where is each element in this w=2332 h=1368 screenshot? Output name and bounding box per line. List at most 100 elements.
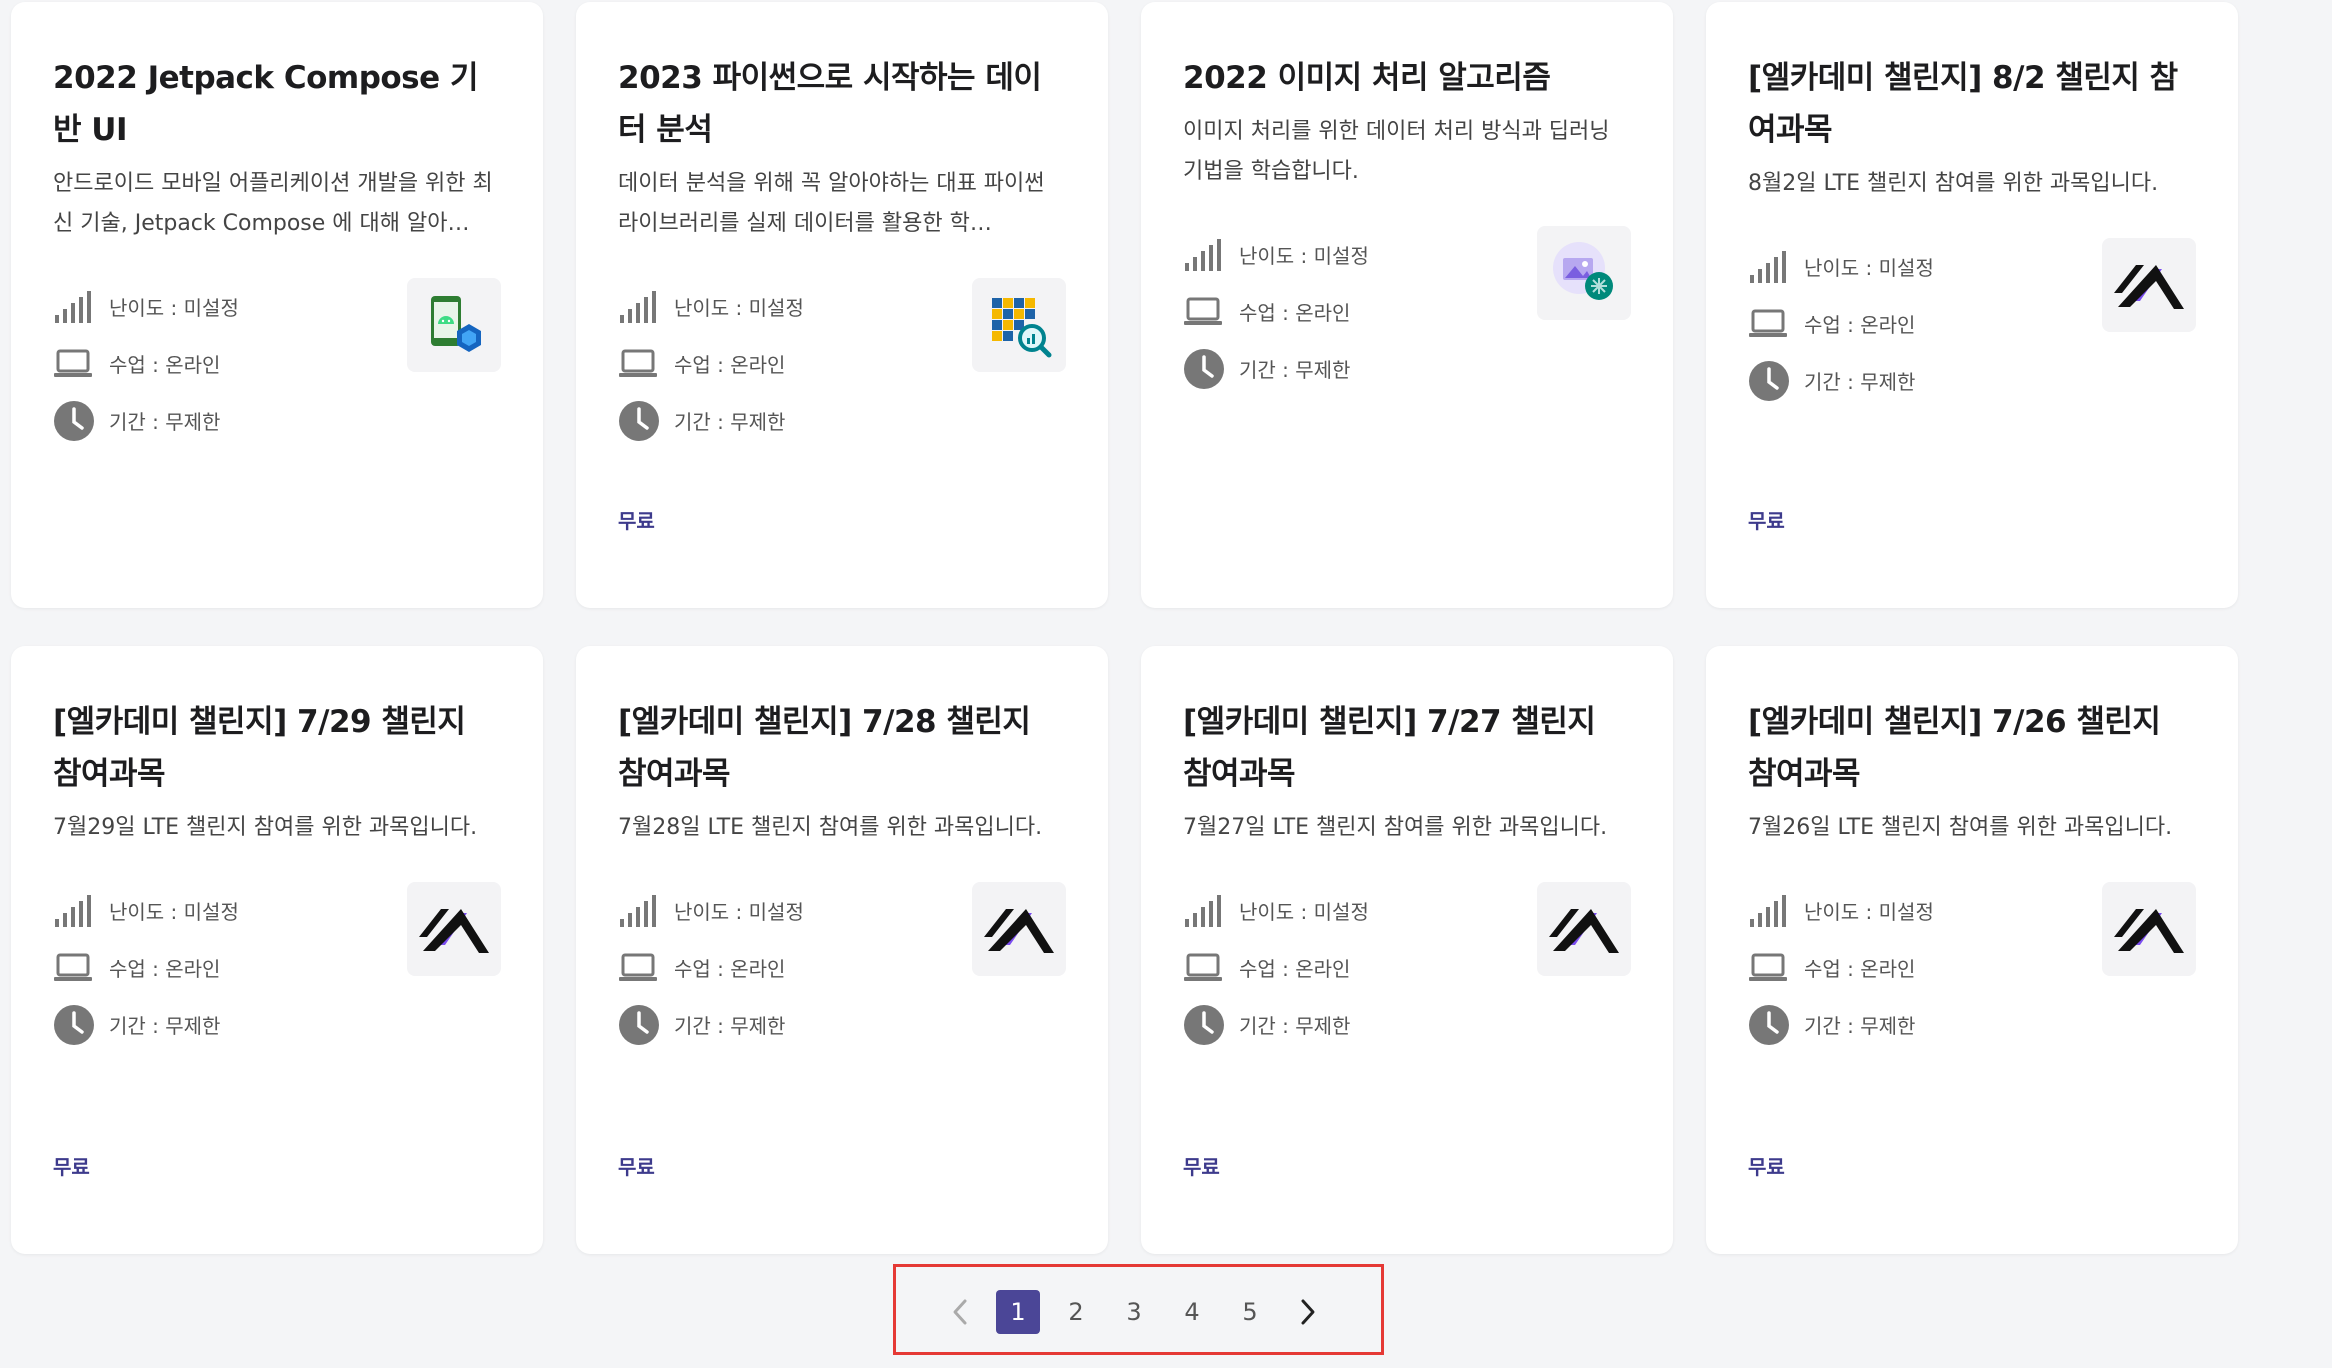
signal-bars-icon: [1183, 890, 1225, 932]
clock-icon: [1748, 1004, 1790, 1046]
price-label: 무료: [618, 509, 655, 533]
period-label: 기간 : 무제한: [1239, 358, 1351, 382]
class-type-label: 수업 : 온라인: [109, 353, 221, 377]
price-label: 무료: [1748, 1155, 1785, 1179]
difficulty-label: 난이도 : 미설정: [109, 900, 239, 924]
course-thumbnail: [2102, 882, 2196, 976]
page-4-button[interactable]: 4: [1170, 1290, 1214, 1334]
course-title[interactable]: [엘카데미 챌린지] 7/28 챌린지 참여과목: [618, 696, 1066, 800]
laptop-icon: [1183, 947, 1225, 989]
clock-icon: [1183, 348, 1225, 390]
class-type-label: 수업 : 온라인: [1239, 957, 1351, 981]
laptop-icon: [53, 947, 95, 989]
class-type-label: 수업 : 온라인: [674, 957, 786, 981]
image-brain-icon: [1553, 242, 1613, 300]
period-label: 기간 : 무제한: [674, 1014, 786, 1038]
course-card[interactable]: [엘카데미 챌린지] 7/28 챌린지 참여과목 7월28일 LTE 챌린지 참…: [576, 646, 1108, 1254]
period-label: 기간 : 무제한: [1804, 1014, 1916, 1038]
signal-bars-icon: [618, 890, 660, 932]
elice-logo: [1549, 909, 1619, 953]
laptop-icon: [1183, 291, 1225, 333]
pagination: 1 2 3 4 5: [938, 1290, 1344, 1334]
clock-icon: [618, 400, 660, 442]
course-thumbnail: [407, 882, 501, 976]
course-thumbnail: [407, 278, 501, 372]
difficulty-label: 난이도 : 미설정: [674, 296, 804, 320]
clock-icon: [618, 1004, 660, 1046]
page-1-button[interactable]: 1: [996, 1290, 1040, 1334]
difficulty-label: 난이도 : 미설정: [1804, 256, 1934, 280]
course-thumbnail: [2102, 238, 2196, 332]
class-type-label: 수업 : 온라인: [1239, 301, 1351, 325]
page-2-button[interactable]: 2: [1054, 1290, 1098, 1334]
elice-logo: [984, 909, 1054, 953]
course-title[interactable]: 2023 파이썬으로 시작하는 데이터 분석: [618, 52, 1066, 156]
course-title[interactable]: 2022 이미지 처리 알고리즘: [1183, 52, 1631, 104]
period-row: 기간 : 무제한: [1183, 340, 1631, 397]
course-card[interactable]: 2022 Jetpack Compose 기반 UI 안드로이드 모바일 어플리…: [11, 2, 543, 608]
laptop-icon: [53, 343, 95, 385]
class-type-label: 수업 : 온라인: [109, 957, 221, 981]
signal-bars-icon: [53, 286, 95, 328]
class-type-label: 수업 : 온라인: [1804, 313, 1916, 337]
page-5-button[interactable]: 5: [1228, 1290, 1272, 1334]
period-row: 기간 : 무제한: [1748, 996, 2196, 1053]
course-description: 이미지 처리를 위한 데이터 처리 방식과 딥러닝 기법을 학습합니다.: [1183, 119, 1610, 184]
chevron-right-icon[interactable]: [1286, 1290, 1330, 1334]
course-thumbnail: [1537, 882, 1631, 976]
price-label: 무료: [53, 1155, 90, 1179]
course-thumbnail: [972, 882, 1066, 976]
period-label: 기간 : 무제한: [674, 410, 786, 434]
period-row: 기간 : 무제한: [1183, 996, 1631, 1053]
signal-bars-icon: [1183, 234, 1225, 276]
difficulty-label: 난이도 : 미설정: [1239, 244, 1369, 268]
period-row: 기간 : 무제한: [618, 996, 1066, 1053]
difficulty-label: 난이도 : 미설정: [109, 296, 239, 320]
course-title[interactable]: [엘카데미 챌린지] 7/26 챌린지 참여과목: [1748, 696, 2196, 800]
course-card[interactable]: [엘카데미 챌린지] 7/26 챌린지 참여과목 7월26일 LTE 챌린지 참…: [1706, 646, 2238, 1254]
signal-bars-icon: [53, 890, 95, 932]
elice-logo: [419, 909, 489, 953]
course-title[interactable]: 2022 Jetpack Compose 기반 UI: [53, 52, 501, 156]
course-description: 데이터 분석을 위해 꼭 알아야하는 대표 파이썬 라이브러리를 실제 데이터를…: [618, 171, 1045, 236]
page-3-button[interactable]: 3: [1112, 1290, 1156, 1334]
elice-logo: [2114, 265, 2184, 309]
period-label: 기간 : 무제한: [109, 410, 221, 434]
period-label: 기간 : 무제한: [1239, 1014, 1351, 1038]
clock-icon: [53, 1004, 95, 1046]
course-card[interactable]: 2022 이미지 처리 알고리즘 이미지 처리를 위한 데이터 처리 방식과 딥…: [1141, 2, 1673, 608]
period-row: 기간 : 무제한: [1748, 352, 2196, 409]
signal-bars-icon: [1748, 246, 1790, 288]
period-label: 기간 : 무제한: [1804, 370, 1916, 394]
course-title[interactable]: [엘카데미 챌린지] 7/29 챌린지 참여과목: [53, 696, 501, 800]
course-description: 8월2일 LTE 챌린지 참여를 위한 과목입니다.: [1748, 171, 2159, 196]
clock-icon: [1183, 1004, 1225, 1046]
price-label: 무료: [1748, 509, 1785, 533]
laptop-icon: [1748, 303, 1790, 345]
course-description: 7월27일 LTE 챌린지 참여를 위한 과목입니다.: [1183, 815, 1608, 840]
course-card[interactable]: [엘카데미 챌린지] 8/2 챌린지 참여과목 8월2일 LTE 챌린지 참여를…: [1706, 2, 2238, 608]
period-row: 기간 : 무제한: [618, 392, 1066, 449]
course-card[interactable]: [엘카데미 챌린지] 7/29 챌린지 참여과목 7월29일 LTE 챌린지 참…: [11, 646, 543, 1254]
course-card[interactable]: [엘카데미 챌린지] 7/27 챌린지 참여과목 7월27일 LTE 챌린지 참…: [1141, 646, 1673, 1254]
signal-bars-icon: [1748, 890, 1790, 932]
laptop-icon: [618, 947, 660, 989]
period-row: 기간 : 무제한: [53, 996, 501, 1053]
difficulty-label: 난이도 : 미설정: [674, 900, 804, 924]
course-description: 7월28일 LTE 챌린지 참여를 위한 과목입니다.: [618, 815, 1043, 840]
signal-bars-icon: [618, 286, 660, 328]
course-grid: 2022 Jetpack Compose 기반 UI 안드로이드 모바일 어플리…: [11, 0, 2241, 1254]
course-card[interactable]: 2023 파이썬으로 시작하는 데이터 분석 데이터 분석을 위해 꼭 알아야하…: [576, 2, 1108, 608]
price-label: 무료: [618, 1155, 655, 1179]
data-grid-search-icon: [992, 298, 1052, 358]
period-label: 기간 : 무제한: [109, 1014, 221, 1038]
course-thumbnail: [972, 278, 1066, 372]
course-title[interactable]: [엘카데미 챌린지] 7/27 챌린지 참여과목: [1183, 696, 1631, 800]
class-type-label: 수업 : 온라인: [1804, 957, 1916, 981]
chevron-left-icon[interactable]: [938, 1290, 982, 1334]
course-description: 7월26일 LTE 챌린지 참여를 위한 과목입니다.: [1748, 815, 2173, 840]
elice-logo: [2114, 909, 2184, 953]
android-compose-icon: [431, 296, 481, 352]
clock-icon: [1748, 360, 1790, 402]
course-title[interactable]: [엘카데미 챌린지] 8/2 챌린지 참여과목: [1748, 52, 2196, 156]
